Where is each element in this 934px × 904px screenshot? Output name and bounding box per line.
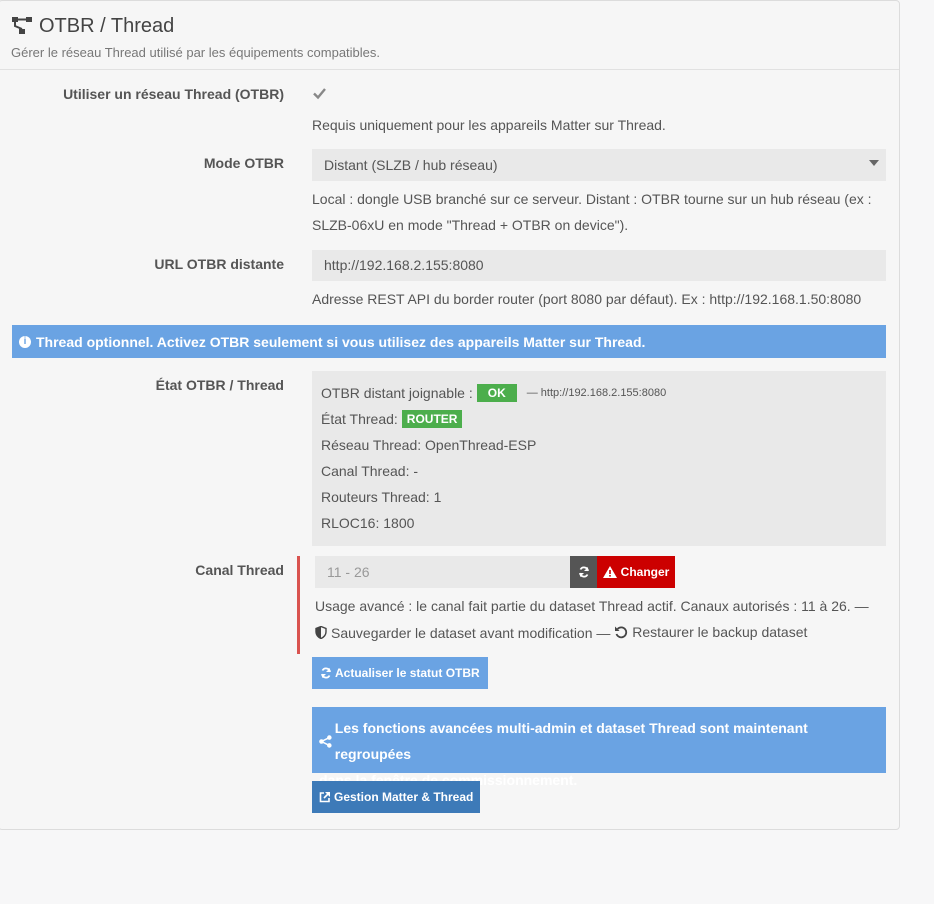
reachable-badge: OK: [476, 384, 517, 402]
sitemap-icon: [12, 17, 32, 34]
status-state: État Thread: ROUTER: [321, 406, 877, 432]
change-channel-button[interactable]: Changer: [597, 556, 675, 588]
panel-subtitle: Gérer le réseau Thread utilisé par les é…: [11, 45, 381, 60]
canal-label: Canal Thread: [195, 562, 284, 578]
reachable-label: OTBR distant joignable :: [321, 385, 473, 401]
manage-matter-thread-button[interactable]: Gestion Matter & Thread: [312, 781, 481, 813]
refresh-status-button[interactable]: Actualiser le statut OTBR: [312, 657, 488, 689]
mode-help-line1: Local : dongle USB branché sur ce serveu…: [312, 191, 872, 207]
restore-dataset-link[interactable]: Restaurer le backup dataset: [614, 619, 807, 645]
mode-select-value: Distant (SLZB / hub réseau): [324, 157, 498, 173]
url-help: Adresse REST API du border router (port …: [312, 291, 862, 307]
save-dataset-label: Sauvegarder le dataset avant modificatio…: [331, 624, 611, 641]
share-alt-icon: [319, 734, 332, 748]
panel-header: OTBR / Thread Gérer le réseau Thread uti…: [0, 1, 899, 70]
mode-label: Mode OTBR: [203, 155, 284, 171]
restore-dataset-label: Restaurer le backup dataset: [632, 624, 808, 640]
manage-matter-thread-label: Gestion Matter & Thread: [334, 790, 474, 804]
status-box: OTBR distant joignable : OK — http://192…: [312, 371, 886, 546]
status-label: État OTBR / Thread: [155, 377, 284, 393]
status-rloc16: RLOC16: 1800: [321, 515, 415, 531]
refresh-icon: [321, 667, 331, 679]
save-dataset-link[interactable]: Sauvegarder le dataset avant modificatio…: [315, 620, 610, 646]
external-link-icon: [319, 791, 331, 803]
reachable-url: — http://192.168.2.155:8080: [526, 387, 667, 399]
undo-icon: [615, 626, 628, 639]
warning-icon: [602, 566, 617, 578]
thread-optional-alert: i Thread optionnel. Activez OTBR seuleme…: [12, 325, 886, 358]
change-channel-label: Changer: [620, 565, 670, 579]
refresh-status-label: Actualiser le statut OTBR: [335, 666, 480, 680]
canal-help: Usage avancé : le canal fait partie du d…: [315, 593, 885, 647]
status-network: Réseau Thread: OpenThread-ESP: [321, 437, 537, 453]
panel-title: OTBR / Thread: [11, 13, 899, 39]
info-circle-icon: i: [19, 335, 31, 348]
advanced-alert-line1: Les fonctions avancées multi-admin et da…: [334, 720, 808, 762]
mode-help-line2: SLZB-06xU en mode "Thread + OTBR on devi…: [312, 217, 629, 233]
url-input[interactable]: http://192.168.2.155:8080: [312, 250, 886, 281]
url-label: URL OTBR distante: [154, 256, 284, 272]
status-channel: Canal Thread: -: [321, 463, 419, 479]
chevron-down-icon: [869, 160, 879, 166]
use-thread-label: Utiliser un réseau Thread (OTBR): [63, 86, 284, 102]
canal-warning-border: [297, 556, 300, 654]
state-badge: ROUTER: [401, 410, 463, 428]
shield-icon: [315, 626, 327, 639]
canal-refresh-button[interactable]: [570, 556, 597, 588]
status-reachable: OTBR distant joignable : OK — http://192…: [321, 380, 877, 406]
state-label: État Thread:: [321, 411, 398, 427]
canal-help-text: Usage avancé : le canal fait partie du d…: [315, 598, 869, 614]
canal-input[interactable]: 11 - 26: [315, 556, 570, 588]
panel-title-text: OTBR / Thread: [39, 14, 175, 37]
refresh-icon: [578, 566, 589, 578]
status-routers: Routeurs Thread: 1: [321, 489, 442, 505]
mode-select[interactable]: Distant (SLZB / hub réseau): [312, 149, 886, 181]
use-thread-checkbox[interactable]: [312, 86, 327, 101]
thread-optional-text: Thread optionnel. Activez OTBR seulement…: [36, 333, 646, 350]
advanced-functions-alert: Les fonctions avancées multi-admin et da…: [312, 707, 886, 788]
use-thread-help: Requis uniquement pour les appareils Mat…: [312, 117, 666, 133]
